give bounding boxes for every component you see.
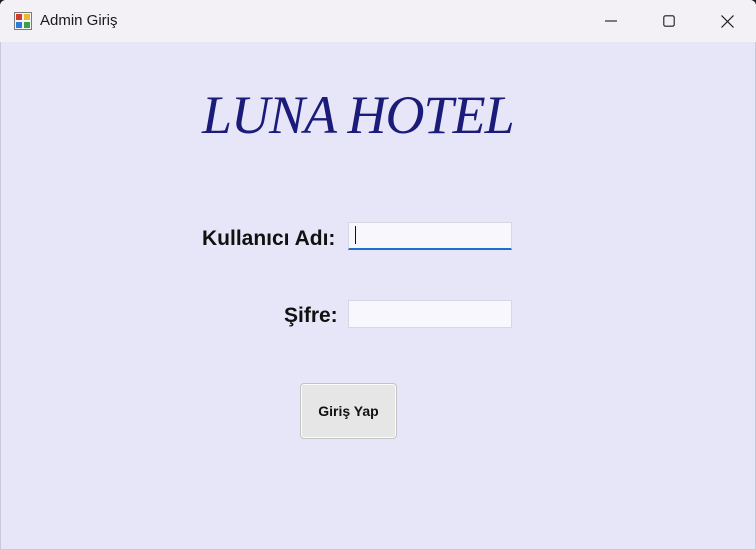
username-label: Kullanıcı Adı: [202,227,336,250]
close-icon [720,14,734,28]
maximize-button[interactable] [640,0,698,42]
hotel-heading: LUNA HOTEL [202,85,515,145]
title-bar[interactable]: Admin Giriş [0,0,756,42]
password-label: Şifre: [284,304,338,327]
window-title: Admin Giriş [40,12,118,29]
minimize-icon [605,20,617,22]
username-input[interactable] [348,222,512,250]
login-window: Admin Giriş LUNA HOTEL Kullanıcı Adı: Şi… [0,0,756,550]
password-input[interactable] [348,300,512,328]
maximize-icon [663,15,675,27]
minimize-button[interactable] [582,0,640,42]
form-area: LUNA HOTEL Kullanıcı Adı: Şifre: Giriş Y… [0,42,756,550]
login-button[interactable]: Giriş Yap [300,383,397,439]
close-button[interactable] [698,0,756,42]
app-icon [14,12,32,30]
text-caret [355,226,356,244]
